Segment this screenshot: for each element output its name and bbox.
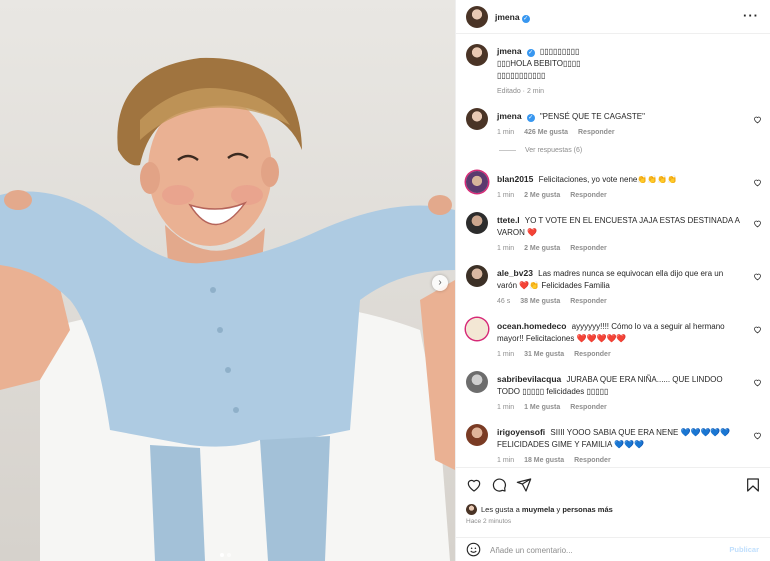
verified-badge-icon: ✓ (526, 49, 535, 57)
comment-username[interactable]: blan2015 (497, 174, 533, 184)
post-actions: Les gusta a muymela y personas más Hace … (456, 467, 770, 547)
heart-icon[interactable] (466, 477, 482, 493)
reply-button[interactable]: Responder (570, 192, 607, 199)
comment-username[interactable]: sabribevilacqua (497, 374, 561, 384)
comment-time[interactable]: 46 s (497, 298, 510, 305)
add-comment-bar: Publicar (456, 537, 770, 561)
carousel-dots (220, 553, 231, 557)
comment-likes[interactable]: 1 Me gusta (524, 404, 560, 411)
comment-likes[interactable]: 2 Me gusta (524, 192, 560, 199)
comment-time[interactable]: 1 min (497, 129, 514, 136)
avatar[interactable] (466, 424, 488, 446)
next-photo-button[interactable]: › (432, 275, 448, 291)
header-author[interactable]: jmena ✓ (495, 12, 530, 23)
comment-input[interactable] (490, 543, 720, 557)
comment-time[interactable]: 1 min (497, 457, 514, 464)
verified-badge-icon: ✓ (521, 15, 530, 23)
comment-username[interactable]: irigoyensofi (497, 427, 545, 437)
share-icon[interactable] (516, 477, 532, 493)
comment-username[interactable]: ttete.l (497, 215, 520, 225)
heart-icon[interactable] (753, 378, 762, 387)
edited-label: Editado · 2 min (497, 88, 545, 95)
reply-button[interactable]: Responder (570, 298, 607, 305)
liked-by-middle: y (556, 505, 561, 514)
comment-likes[interactable]: 38 Me gusta (520, 298, 560, 305)
reply-button[interactable]: Responder (570, 404, 607, 411)
view-replies-label[interactable]: Ver respuestas (6) (525, 147, 582, 154)
comment-username[interactable]: ocean.homedeco (497, 321, 566, 331)
avatar[interactable] (466, 371, 488, 393)
reply-button[interactable]: Responder (570, 245, 607, 252)
comment-likes[interactable]: 18 Me gusta (524, 457, 564, 464)
heart-icon[interactable] (753, 325, 762, 334)
avatar[interactable] (466, 318, 488, 340)
heart-icon[interactable] (753, 219, 762, 228)
photo-illustration (0, 57, 455, 561)
heart-icon[interactable] (753, 272, 762, 281)
reply-button[interactable]: Responder (574, 457, 611, 464)
verified-badge-icon: ✓ (526, 114, 535, 122)
publish-button[interactable]: Publicar (729, 545, 759, 554)
avatar[interactable] (466, 44, 488, 66)
comment-time[interactable]: 1 min (497, 245, 514, 252)
avatar[interactable] (466, 171, 488, 193)
post-photo[interactable]: › (0, 0, 455, 561)
comment-text: Felicitaciones, yo vote nene👏👏👏👏 (538, 175, 678, 184)
emoji-icon[interactable] (466, 542, 481, 557)
comment-time[interactable]: 1 min (497, 404, 514, 411)
caption-line: ▯▯▯▯▯▯▯▯▯▯▯ (497, 71, 546, 80)
comment-likes[interactable]: 31 Me gusta (524, 351, 564, 358)
comment-likes[interactable]: 426 Me gusta (524, 129, 568, 136)
view-replies-button[interactable]: Ver respuestas (6) (499, 147, 582, 154)
instagram-post-viewer: › jmena ✓ ··· jmena ✓ ▯▯▯▯▯▯▯▯▯ ▯▯▯HOLA BE… (0, 0, 770, 561)
heart-icon[interactable] (753, 115, 762, 124)
caption-line: ▯▯▯HOLA BEBITO▯▯▯▯ (497, 59, 581, 68)
avatar[interactable] (466, 265, 488, 287)
caption-line: ▯▯▯▯▯▯▯▯▯ (539, 47, 580, 56)
carousel-dot (220, 553, 224, 557)
posted-ago[interactable]: Hace 2 minutos (466, 518, 511, 525)
reply-button[interactable]: Responder (578, 129, 615, 136)
liked-by: Les gusta a muymela y personas más (466, 504, 613, 515)
comment-text: "PENSÉ QUE TE CAGASTE" (539, 112, 645, 121)
comment-username[interactable]: jmena (497, 111, 522, 121)
replies-divider (499, 150, 516, 151)
reply-button[interactable]: Responder (574, 351, 611, 358)
heart-icon[interactable] (753, 178, 762, 187)
liked-by-others[interactable]: personas más (562, 505, 612, 514)
liked-by-prefix: Les gusta a (481, 505, 520, 514)
liked-by-user[interactable]: muymela (522, 505, 555, 514)
heart-icon[interactable] (753, 431, 762, 440)
post-header: jmena ✓ ··· (456, 0, 770, 34)
avatar[interactable] (466, 6, 488, 28)
avatar[interactable] (466, 504, 477, 515)
comment-text: YO T VOTE EN EL ENCUESTA JAJA ESTAS DEST… (497, 216, 740, 237)
comment-time[interactable]: 1 min (497, 192, 514, 199)
comment-likes[interactable]: 2 Me gusta (524, 245, 560, 252)
carousel-dot (227, 553, 231, 557)
post-side-panel: jmena ✓ ··· jmena ✓ ▯▯▯▯▯▯▯▯▯ ▯▯▯HOLA BEBI… (455, 0, 770, 561)
bookmark-icon[interactable] (745, 477, 761, 493)
comment-icon[interactable] (491, 477, 507, 493)
more-icon[interactable]: ··· (743, 8, 759, 23)
caption-username[interactable]: jmena (497, 46, 522, 56)
avatar[interactable] (466, 212, 488, 234)
comment-username[interactable]: ale_bv23 (497, 268, 533, 278)
author-username[interactable]: jmena (495, 12, 520, 22)
comment-time[interactable]: 1 min (497, 351, 514, 358)
avatar[interactable] (466, 108, 488, 130)
